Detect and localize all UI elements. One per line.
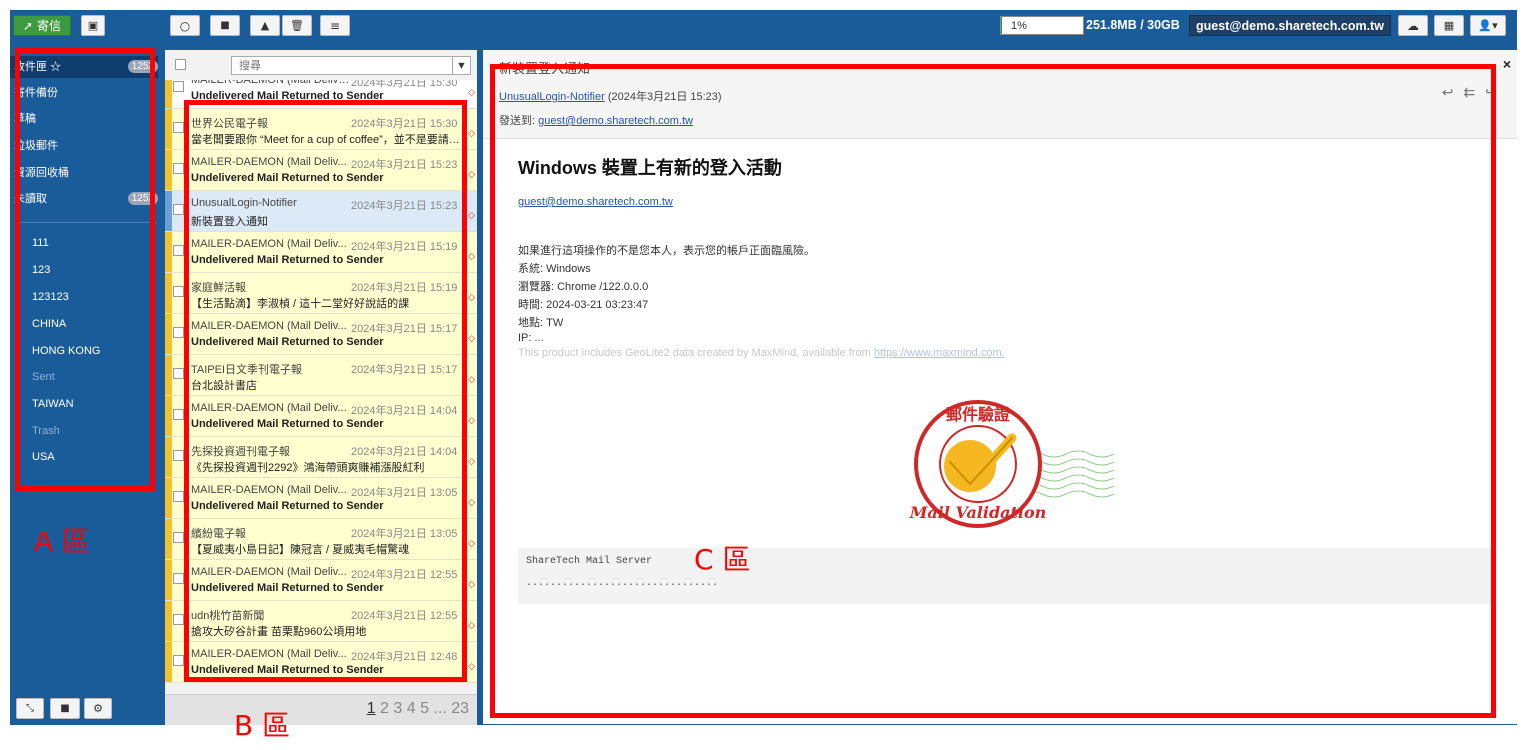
user-email[interactable]: guest@demo.sharetech.com.tw — [1189, 15, 1391, 36]
unread-marker — [165, 396, 172, 436]
mail-checkbox[interactable] — [173, 204, 184, 215]
attachment-icon: ◇ — [468, 170, 475, 180]
top-toolbar: ➚ 寄信 ▣ ○ ■ ▲ 🗑 ≡ 1% 251.8MB / 30GB guest@… — [10, 10, 1517, 42]
annotation-box-a — [15, 48, 155, 491]
unread-marker — [165, 642, 172, 682]
report-spam-button[interactable]: ▲ — [250, 15, 280, 36]
mail-checkbox[interactable] — [173, 450, 184, 461]
mail-checkbox[interactable] — [173, 491, 184, 502]
mail-checkbox[interactable] — [173, 532, 184, 543]
move-folder-button[interactable]: ■ — [210, 15, 240, 36]
calendar-button[interactable]: ▦ — [1434, 15, 1464, 36]
attachment-icon: ◇ — [468, 211, 475, 221]
attachment-icon: ◇ — [468, 334, 475, 344]
unread-marker — [165, 80, 172, 108]
collapse-button[interactable]: ⤡ — [16, 698, 44, 719]
mail-checkbox[interactable] — [173, 573, 184, 584]
unread-marker — [165, 150, 172, 190]
contacts-button[interactable]: ▣ — [81, 15, 105, 36]
delete-button[interactable]: 🗑 — [282, 15, 312, 36]
attachment-icon: ◇ — [468, 416, 475, 426]
mail-checkbox[interactable] — [173, 163, 184, 174]
trash-icon: 🗑 — [290, 19, 304, 32]
search-box: ▼ — [231, 56, 471, 75]
annotation-label-b: B 區 — [234, 709, 291, 742]
mail-checkbox[interactable] — [173, 614, 184, 625]
folder-manage-button[interactable]: ■ — [50, 698, 80, 719]
unread-marker — [165, 355, 172, 395]
annotation-box-b — [184, 100, 467, 682]
attachment-icon: ◇ — [468, 375, 475, 385]
settings-button[interactable]: ⚙ — [84, 698, 112, 719]
mail-checkbox[interactable] — [173, 122, 184, 133]
unread-marker — [165, 478, 172, 518]
search-dropdown-button[interactable]: ▼ — [452, 57, 470, 74]
menu-icon: ≡ — [329, 18, 341, 33]
attachment-icon: ◇ — [468, 580, 475, 590]
user-menu-button[interactable]: 👤▾ — [1470, 15, 1506, 36]
mail-checkbox[interactable] — [173, 368, 184, 379]
collapse-icon: ⤡ — [26, 703, 34, 714]
quota-size: 251.8MB / 30GB — [1086, 18, 1180, 32]
select-all-checkbox[interactable] — [175, 59, 186, 70]
search-input[interactable] — [237, 57, 451, 74]
attachment-icon: ◇ — [468, 129, 475, 139]
annotation-label-c: C 區 — [694, 543, 751, 576]
mail-checkbox[interactable] — [173, 655, 184, 666]
list-header: ▼ — [165, 50, 477, 81]
cloud-button[interactable]: ☁ — [1398, 15, 1428, 36]
address-book-icon: ▣ — [87, 19, 99, 32]
attachment-icon: ◇ — [468, 662, 475, 672]
unread-marker — [165, 273, 172, 313]
send-icon: ➚ — [22, 18, 34, 33]
close-icon[interactable]: × — [1503, 56, 1511, 72]
attachment-icon: ◇ — [468, 293, 475, 303]
unread-marker — [165, 519, 172, 559]
calendar-icon: ▦ — [1443, 19, 1455, 32]
unread-marker — [165, 109, 172, 149]
refresh-button[interactable]: ○ — [170, 15, 200, 36]
attachment-icon: ◇ — [468, 457, 475, 467]
mail-sender: MAILER-DAEMON (Mail Delive... — [191, 80, 351, 86]
user-icon: 👤▾ — [1478, 19, 1498, 32]
pagination: 1 2 3 4 5 ... 23 — [165, 694, 477, 725]
annotation-label-a: A 區 — [34, 525, 91, 558]
unread-marker — [165, 560, 172, 600]
compose-button[interactable]: ➚ 寄信 — [13, 15, 71, 36]
page-current[interactable]: 1 — [367, 700, 376, 717]
quota-percent: 1% — [1011, 20, 1027, 32]
unread-marker — [165, 191, 172, 231]
folder-icon: ■ — [60, 703, 70, 714]
mail-checkbox[interactable] — [173, 81, 184, 92]
page-links[interactable]: 2 3 4 5 ... 23 — [380, 700, 469, 717]
mail-checkbox[interactable] — [173, 327, 184, 338]
unread-marker — [165, 437, 172, 477]
mail-checkbox[interactable] — [173, 286, 184, 297]
gear-icon: ⚙ — [93, 702, 103, 715]
warning-icon: ▲ — [260, 19, 270, 32]
mail-checkbox[interactable] — [173, 409, 184, 420]
attachment-icon: ◇ — [468, 539, 475, 549]
refresh-icon: ○ — [179, 18, 191, 33]
more-menu-button[interactable]: ≡ — [320, 15, 350, 36]
mail-checkbox[interactable] — [173, 245, 184, 256]
attachment-icon: ◇ — [468, 88, 475, 98]
cloud-icon: ☁ — [1407, 18, 1419, 33]
folder-icon: ■ — [220, 20, 230, 31]
attachment-icon: ◇ — [468, 252, 475, 262]
attachment-icon: ◇ — [468, 498, 475, 508]
mail-date: 2024年3月21日 15:30 — [351, 80, 458, 89]
annotation-box-c — [490, 64, 1496, 718]
quota-progress-fill — [1001, 17, 1002, 34]
attachment-icon: ◇ — [468, 621, 475, 631]
unread-marker — [165, 232, 172, 272]
chevron-down-icon: ▼ — [458, 61, 465, 70]
unread-marker — [165, 314, 172, 354]
sidebar-bottom-toolbar: ⤡ ■ ⚙ — [10, 698, 158, 720]
quota-progress-bar: 1% — [1000, 16, 1084, 35]
unread-marker — [165, 601, 172, 641]
